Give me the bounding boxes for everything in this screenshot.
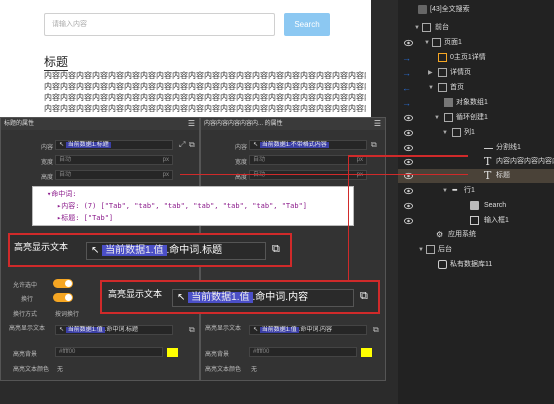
chevron-down-icon[interactable]: ▼ xyxy=(434,111,440,125)
data-tooltip: ▾命中词: ▸内容: (7) ["Tab", "tab", "tab", "ta… xyxy=(32,186,354,226)
panel-header: 内容内容内容内容内... 的属性 ☰ xyxy=(201,118,385,130)
chevron-down-icon[interactable]: ▼ xyxy=(424,36,430,50)
height-field[interactable]: 自动 px xyxy=(55,170,173,180)
connector-line xyxy=(348,155,349,280)
highlight-bg-field[interactable]: #ffff00 xyxy=(55,347,163,357)
loop-icon xyxy=(444,113,453,122)
menu-icon[interactable]: ☰ xyxy=(188,118,195,130)
arrow-right-icon[interactable]: → xyxy=(402,66,411,80)
highlight-text-field[interactable]: ↖ 当前数据1.值 .命中词.内容 xyxy=(172,289,354,307)
highlight-text-field[interactable]: ↖ 当前数据1.值 .命中词.内容 xyxy=(249,325,367,335)
copy-icon[interactable]: ⧉ xyxy=(373,325,379,335)
eye-icon[interactable] xyxy=(404,39,413,47)
text-icon: T xyxy=(484,155,492,168)
arrow-left-icon[interactable]: ← xyxy=(402,81,411,95)
component-icon xyxy=(418,5,427,14)
tree-item[interactable]: → 0主页1详情 xyxy=(398,51,554,65)
eye-icon[interactable] xyxy=(404,114,413,122)
expand-icon[interactable]: ⤢ xyxy=(179,140,185,150)
tree-item[interactable]: 输入框1 xyxy=(398,214,554,228)
component-tree: [43]全文搜索 ▼ 前台 ▼ 页面1 → 0主页1详情 → ▶ 详情页 ← ▼… xyxy=(398,0,554,404)
tree-item[interactable]: ▼ 列1 xyxy=(398,126,554,140)
tree-item[interactable]: ▼ 循环创建1 xyxy=(398,111,554,125)
panel-header: 标题的属性 ☰ xyxy=(1,118,199,130)
height-field[interactable]: 自动 px xyxy=(249,170,367,180)
content-text-line: 内容内容内容内容内容内容内容内容内容内容内容内容内容内容内容内容内容内容内容内容… xyxy=(44,71,366,80)
content-text-line: 内容内容内容内容内容内容内容内容内容内容内容内容内容内容内容内容内容内容内容内容… xyxy=(44,82,366,91)
highlight-bg-field[interactable]: #ffff00 xyxy=(249,347,357,357)
tree-item[interactable]: ⚙ 应用系统 xyxy=(398,228,554,242)
input-icon xyxy=(470,216,479,225)
tree-item[interactable]: → ▶ 详情页 xyxy=(398,66,554,80)
content-field[interactable]: ↖ 当前数据1.不带格式内容 xyxy=(249,140,367,150)
folder-icon xyxy=(426,245,435,254)
tree-item[interactable]: ▼ 前台 xyxy=(398,21,554,35)
eye-icon[interactable] xyxy=(404,144,413,152)
tree-item[interactable]: T 内容内容内容内容内容 xyxy=(398,155,554,169)
data-icon xyxy=(444,98,453,107)
row-icon: ▪▪▪ xyxy=(452,187,458,194)
content-field[interactable]: ↖ 当前数据1.标题 xyxy=(55,140,173,150)
tree-item[interactable]: ▼ 页面1 xyxy=(398,36,554,50)
connector-line xyxy=(180,174,468,175)
menu-icon[interactable]: ☰ xyxy=(374,118,381,130)
column-icon xyxy=(452,128,461,137)
tree-item[interactable]: → 对象数组1 xyxy=(398,96,554,110)
copy-icon[interactable]: ⧉ xyxy=(189,325,195,335)
width-field[interactable]: 自动 px xyxy=(55,155,173,165)
eye-icon[interactable] xyxy=(404,187,413,195)
tree-item[interactable]: ▼ ▪▪▪ 行1 xyxy=(398,184,554,198)
page-title: 标题 xyxy=(44,55,69,71)
copy-icon[interactable]: ⧉ xyxy=(189,140,195,150)
content-text-line: 内容内容内容内容内容内容内容内容内容内容内容内容内容内容内容内容内容内容内容内容… xyxy=(44,93,366,102)
tree-item[interactable]: 私有数据库11 xyxy=(398,258,554,272)
copy-icon[interactable]: ⧉ xyxy=(371,140,377,150)
chevron-down-icon[interactable]: ▼ xyxy=(442,126,448,140)
chevron-right-icon[interactable]: ▶ xyxy=(428,66,433,80)
page-icon xyxy=(438,83,447,92)
highlight-callout-title: 高亮显示文本 ↖ 当前数据1.值 .命中词.标题 ⧉ xyxy=(8,233,292,267)
connector-line xyxy=(348,155,468,157)
divider-icon xyxy=(484,148,493,149)
wrap-toggle[interactable] xyxy=(53,293,73,302)
page-icon xyxy=(432,38,441,47)
eye-icon[interactable] xyxy=(404,129,413,137)
button-icon xyxy=(470,201,479,210)
tree-item[interactable]: [43]全文搜索 xyxy=(398,3,554,17)
tree-item[interactable]: Search xyxy=(398,199,554,213)
gear-icon: ⚙ xyxy=(436,230,444,239)
eye-icon[interactable] xyxy=(404,202,413,210)
page-icon xyxy=(438,68,447,77)
copy-icon[interactable]: ⧉ xyxy=(272,243,280,256)
tree-item[interactable]: ← ▼ 首页 xyxy=(398,81,554,95)
tree-item[interactable]: 分割线1 xyxy=(398,141,554,155)
highlight-text-field[interactable]: ↖ 当前数据1.值 .命中词.标题 xyxy=(55,325,173,335)
search-button[interactable]: Search xyxy=(284,13,330,36)
text-icon: T xyxy=(484,169,492,182)
search-input[interactable]: 请输入内容 xyxy=(44,13,275,36)
eye-icon[interactable] xyxy=(404,158,413,166)
color-swatch[interactable] xyxy=(167,348,178,357)
chevron-down-icon[interactable]: ▼ xyxy=(414,21,420,35)
highlight-callout-content: 高亮显示文本 ↖ 当前数据1.值 .命中词.内容 ⧉ xyxy=(100,280,380,314)
color-swatch[interactable] xyxy=(361,348,372,357)
eye-icon[interactable] xyxy=(404,217,413,225)
arrow-right-icon[interactable]: → xyxy=(402,51,411,65)
database-icon xyxy=(438,260,447,269)
copy-icon[interactable]: ⧉ xyxy=(360,290,368,303)
tree-item-selected[interactable]: T 标题 xyxy=(398,169,554,183)
arrow-right-icon[interactable]: → xyxy=(402,96,411,110)
content-text-line: 内容内容内容内容内容内容内容内容内容内容内容内容内容内容内容内容内容内容内容内容… xyxy=(44,104,366,113)
folder-icon xyxy=(422,23,431,32)
page-preview: 请输入内容 Search 标题 内容内容内容内容内容内容内容内容内容内容内容内容… xyxy=(0,0,371,128)
allow-select-toggle[interactable] xyxy=(53,279,73,288)
chevron-down-icon[interactable]: ▼ xyxy=(418,243,424,257)
chevron-down-icon[interactable]: ▼ xyxy=(428,81,434,95)
tree-item[interactable]: ▼ 后台 xyxy=(398,243,554,257)
highlight-text-field[interactable]: ↖ 当前数据1.值 .命中词.标题 xyxy=(86,242,266,260)
chevron-down-icon[interactable]: ▼ xyxy=(442,184,448,198)
component-icon xyxy=(438,53,447,62)
